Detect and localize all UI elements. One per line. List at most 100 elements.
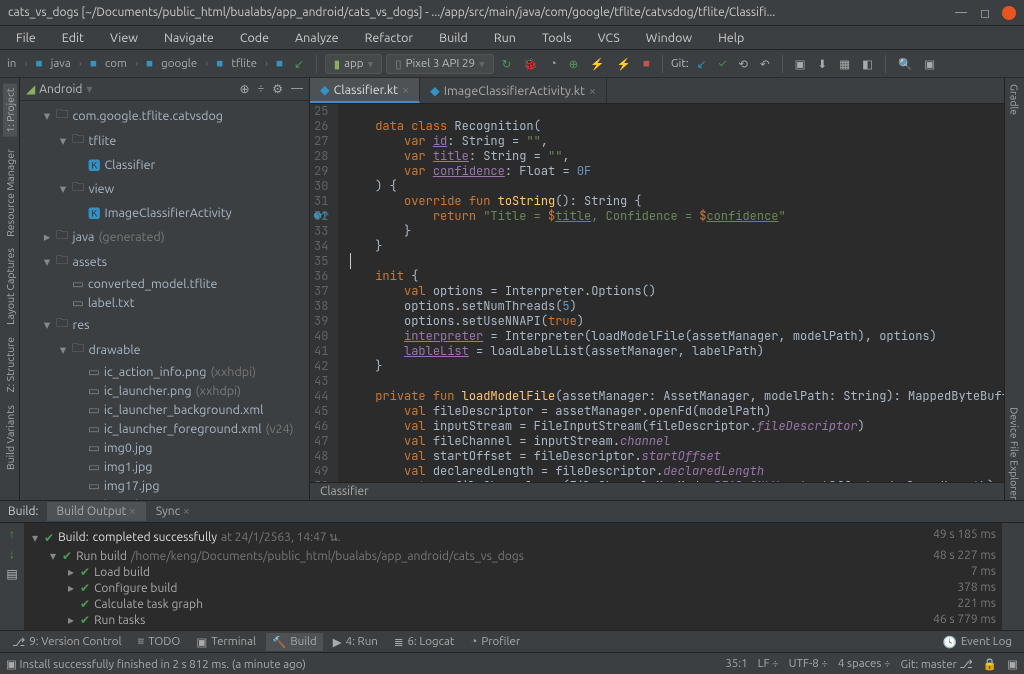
tool-gradle[interactable]: Gradle <box>1009 84 1021 115</box>
menu-file[interactable]: File <box>4 29 48 47</box>
tool-todo[interactable]: ≡TODO <box>131 633 186 650</box>
tree-item[interactable]: ▭ img0.jpg <box>20 438 309 457</box>
close-tab-icon[interactable]: × <box>589 84 596 98</box>
menu-refactor[interactable]: Refactor <box>353 29 426 47</box>
status-line-ending[interactable]: LF ÷ <box>758 657 779 670</box>
menu-run[interactable]: Run <box>482 29 528 47</box>
maximize-icon[interactable]: ◻ <box>978 6 992 20</box>
tool-project[interactable]: 1: Project <box>3 84 17 137</box>
menu-window[interactable]: Window <box>634 29 704 47</box>
menu-navigate[interactable]: Navigate <box>152 29 226 47</box>
menu-edit[interactable]: Edit <box>50 29 96 47</box>
close-tab-icon[interactable]: × <box>402 83 409 97</box>
tree-item[interactable]: ▭ img17.jpg <box>20 476 309 495</box>
build-tab-output[interactable]: Build Output × <box>47 502 146 521</box>
collapse-icon[interactable]: ÷ <box>258 82 265 96</box>
vcs-commit-icon[interactable]: ✓ <box>714 55 730 72</box>
avd-icon[interactable]: ▣ <box>791 55 810 73</box>
resource-icon[interactable]: ◧ <box>858 55 877 73</box>
status-cursor-pos[interactable]: 35:1 <box>725 657 747 670</box>
nav-breadcrumb[interactable]: in› ■java› ■com› ■google› ■tflite› ■ <box>4 56 286 71</box>
status-git-branch[interactable]: Git: master ⎇ <box>900 657 972 671</box>
tool-layout-captures[interactable]: Layout Captures <box>4 248 16 325</box>
tree-item[interactable]: ▭ label.txt <box>20 293 309 312</box>
tool-logcat[interactable]: ≣6: Logcat <box>388 633 461 651</box>
close-icon[interactable] <box>1002 6 1016 20</box>
build-row[interactable]: ▸✔ Load build7 ms <box>30 564 996 580</box>
build-up-icon[interactable]: ↑ <box>9 527 15 541</box>
tab-imageclassifier[interactable]: ◆ ImageClassifierActivity.kt × <box>420 78 607 103</box>
stop-icon[interactable]: ■ <box>639 55 654 72</box>
tree-item[interactable]: ▾🗀 com.google.tflite.catvsdog <box>20 103 309 128</box>
minimize-icon[interactable]: — <box>954 6 968 20</box>
tool-build-variants[interactable]: Build Variants <box>4 405 16 470</box>
build-row[interactable]: ▾✔ Run build /home/keng/Documents/public… <box>30 548 996 564</box>
debug-icon[interactable]: 🐞 <box>519 55 541 73</box>
tab-classifier[interactable]: ◆ Classifier.kt × <box>310 78 420 103</box>
menu-build[interactable]: Build <box>427 29 480 47</box>
attach-icon[interactable]: ⊕ <box>565 55 583 73</box>
build-row[interactable]: ▸✔ Configure build378 ms <box>30 580 996 596</box>
search-icon[interactable]: 🔍 <box>894 55 916 73</box>
tool-resource-manager[interactable]: Resource Manager <box>4 149 16 237</box>
tree-item[interactable]: ▾🗀 assets <box>20 249 309 274</box>
tree-item[interactable]: ▭ img1.jpg <box>20 457 309 476</box>
tool-build[interactable]: 🔨Build <box>266 633 323 651</box>
event-log[interactable]: 🕓 Event Log <box>937 633 1019 651</box>
tree-item[interactable]: ▭ ic_launcher_background.xml <box>20 400 309 419</box>
tree-item[interactable]: 🅺 ImageClassifierActivity <box>20 201 309 224</box>
run-icon[interactable]: ↻ <box>498 55 516 73</box>
tool-run[interactable]: ▶4: Run <box>327 633 384 651</box>
project-tree[interactable]: ▾🗀 com.google.tflite.catvsdog▾🗀 tflite🅺 … <box>20 101 309 500</box>
apply-icon[interactable]: ⚡ <box>586 55 608 73</box>
tool-terminal[interactable]: ▣Terminal <box>190 633 262 651</box>
tool-version-control[interactable]: ⎇9: Version Control <box>6 633 127 651</box>
memory-icon[interactable]: ▣ <box>1007 657 1018 671</box>
tree-item[interactable]: ▾🗀 view <box>20 176 309 201</box>
tree-item[interactable]: ▾🗀 tflite <box>20 128 309 153</box>
sync-icon[interactable]: ↙ <box>290 55 308 73</box>
select-opened-icon[interactable]: ⊕ <box>239 82 249 96</box>
vcs-history-icon[interactable]: ⟲ <box>734 55 752 73</box>
tool-profiler[interactable]: ◔Profiler <box>464 633 526 650</box>
status-indent[interactable]: 4 spaces ÷ <box>838 657 891 670</box>
help-icon[interactable]: ▣ <box>920 55 939 73</box>
sdk-icon[interactable]: ⬇ <box>814 55 832 73</box>
editor-breadcrumb[interactable]: Classifier <box>310 482 1004 500</box>
status-encoding[interactable]: UTF-8 ÷ <box>789 657 828 670</box>
build-filter-icon[interactable]: ▤ <box>6 567 17 581</box>
device-selector[interactable]: ▯Pixel 3 API 29▾ <box>386 54 493 74</box>
tree-item[interactable]: ▸🗀 java (generated) <box>20 224 309 249</box>
tree-item[interactable]: ▭ ic_launcher.png (xxhdpi) <box>20 381 309 400</box>
vcs-revert-icon[interactable]: ↶ <box>756 55 774 73</box>
menu-help[interactable]: Help <box>706 29 756 47</box>
build-row[interactable]: ✔ Calculate task graph221 ms <box>30 596 996 612</box>
code-editor[interactable]: 25262728293031 ●↑32333435363738394041424… <box>310 104 1004 482</box>
tree-item[interactable]: ▭ converted_model.tflite <box>20 274 309 293</box>
menu-vcs[interactable]: VCS <box>586 29 632 47</box>
menu-tools[interactable]: Tools <box>530 29 584 47</box>
build-row[interactable]: ▾✔ Build: completed successfully at 24/1… <box>30 527 996 548</box>
tree-item[interactable]: ▾🗀 drawable <box>20 337 309 362</box>
layout-icon[interactable]: ▦ <box>835 55 854 73</box>
vcs-update-icon[interactable]: ↙ <box>693 55 711 73</box>
lock-icon[interactable]: 🔒 <box>983 657 997 671</box>
menu-view[interactable]: View <box>98 29 150 47</box>
gear-icon[interactable]: ⚙ <box>272 82 283 96</box>
apply2-icon[interactable]: ⚡ <box>613 55 635 73</box>
tool-structure[interactable]: Z: Structure <box>4 337 16 392</box>
tree-item[interactable]: ▾🗀 res <box>20 312 309 337</box>
menu-code[interactable]: Code <box>228 29 281 47</box>
menu-analyze[interactable]: Analyze <box>283 29 351 47</box>
tree-item[interactable]: 🅺 Classifier <box>20 153 309 176</box>
profile-icon[interactable]: ◔ <box>546 55 561 72</box>
build-tab-sync[interactable]: Sync × <box>146 502 200 521</box>
build-row[interactable]: ▸✔ Run tasks46 s 779 ms <box>30 612 996 628</box>
build-down-icon[interactable]: ↓ <box>9 547 15 561</box>
tree-item[interactable]: ▭ ic_launcher_foreground.xml (v24) <box>20 419 309 438</box>
tree-item[interactable]: ▭ ic_action_info.png (xxhdpi) <box>20 362 309 381</box>
build-output-tree[interactable]: ▾✔ Build: completed successfully at 24/1… <box>24 523 1002 630</box>
project-view-selector[interactable]: Android <box>39 83 82 96</box>
module-selector[interactable]: ▮app▾ <box>325 54 383 74</box>
tool-device-file-explorer[interactable]: Device File Explorer <box>1009 407 1021 500</box>
